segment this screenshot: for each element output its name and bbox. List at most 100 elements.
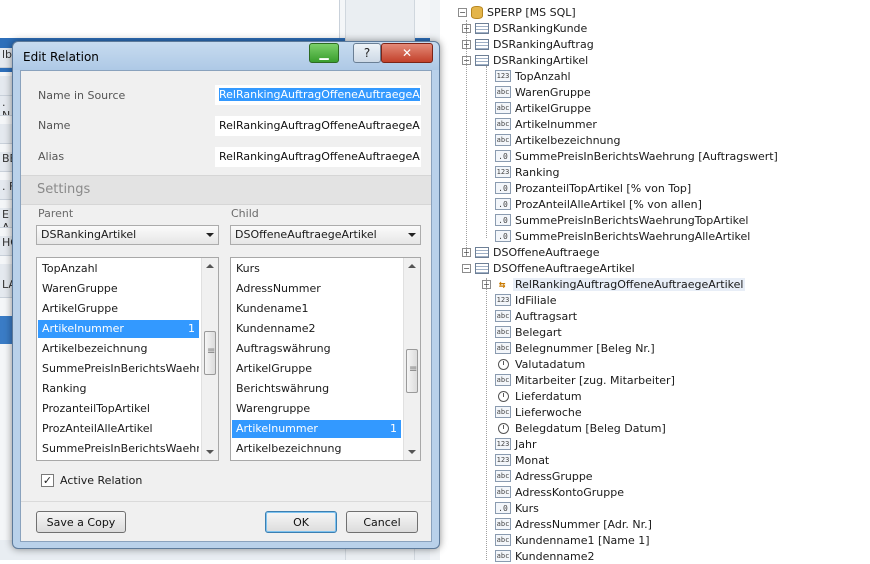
tree-item[interactable]: .0 Kurs	[482, 500, 539, 516]
minimize-button[interactable]: ▁	[309, 43, 339, 63]
column-list-item[interactable]: TopAnzahl	[38, 260, 199, 278]
tree-item[interactable]: abc AdressNummer [Adr. Nr.]	[482, 516, 652, 532]
alias-field[interactable]: RelRankingAuftragOffeneAuftraegeArtikel	[215, 147, 421, 167]
tree-item[interactable]: − DSOffeneAuftraegeArtikel	[462, 260, 635, 276]
tree-item[interactable]: .0 ProzanteilTopArtikel [% von Top]	[482, 180, 691, 196]
active-relation-checkbox[interactable]: ✓	[41, 474, 54, 487]
parent-columns-list[interactable]: TopAnzahl WarenGruppe ArtikelGruppe Artikel…	[36, 257, 219, 461]
tree-item[interactable]: − SPERP [MS SQL]	[458, 4, 576, 20]
tree-item[interactable]: .0 ProzAnteilAlleArtikel [% von allen]	[482, 196, 702, 212]
column-name: ArtikelGruppe	[236, 362, 312, 375]
child-list-scrollbar[interactable]	[403, 258, 420, 460]
table-icon	[475, 54, 489, 66]
date-field-icon	[495, 390, 511, 402]
tree-item[interactable]: + DSRankingKunde	[462, 20, 587, 36]
column-list-item[interactable]: Auftragswährung	[232, 340, 401, 358]
close-button[interactable]: ✕	[381, 43, 433, 63]
tree-item[interactable]: abc AdressGruppe	[482, 468, 593, 484]
tree-item[interactable]: abc AdressKontoGruppe	[482, 484, 624, 500]
scroll-up-icon[interactable]	[206, 264, 214, 268]
save-a-copy-button[interactable]: Save a Copy	[36, 511, 126, 533]
tree-item[interactable]: 123 Jahr	[482, 436, 536, 452]
column-list-item[interactable]: Artikelnummer 1	[38, 320, 199, 338]
parent-source-value: DSRankingArtikel	[41, 228, 137, 241]
tree-item[interactable]: − DSRankingArtikel	[462, 52, 588, 68]
tree-item[interactable]: Valutadatum	[482, 356, 585, 372]
tree-item[interactable]: abc Auftragsart	[482, 308, 577, 324]
name-field[interactable]: RelRankingAuftragOffeneAuftraegeArtikel	[215, 116, 421, 136]
active-relation-label[interactable]: Active Relation	[60, 474, 142, 487]
tree-item-label: TopAnzahl	[515, 69, 571, 83]
tree-item-label: ProzanteilTopArtikel [% von Top]	[515, 181, 692, 195]
settings-label: Settings	[37, 182, 91, 197]
tree-item[interactable]: + ⇆ RelRankingAuftragOffeneAuftraegeArtike…	[482, 276, 746, 292]
tree-item[interactable]: + DSRankingAuftrag	[462, 36, 594, 52]
tree-item[interactable]: .0 SummePreisInBerichtsWaehrungAlleArtike…	[482, 228, 750, 244]
column-list-item[interactable]: SummePreisInBerichtsWaehru...	[38, 360, 199, 378]
column-name: Artikelbezeichnung	[236, 442, 342, 455]
tree-item[interactable]: Lieferdatum	[482, 388, 582, 404]
tree-item[interactable]: abc WarenGruppe	[482, 84, 591, 100]
int-field-icon: 123	[495, 294, 511, 306]
column-list-item[interactable]: ProzanteilTopArtikel	[38, 400, 199, 418]
collapse-icon[interactable]: −	[462, 263, 471, 273]
tree-item-label: ProzAnteilAlleArtikel [% von allen]	[515, 197, 702, 211]
column-list-item[interactable]: WarenGruppe	[38, 280, 199, 298]
tree-item[interactable]: Belegdatum [Beleg Datum]	[482, 420, 666, 436]
cancel-button[interactable]: Cancel	[346, 511, 418, 533]
scroll-down-icon[interactable]	[206, 450, 214, 454]
child-scroll-thumb[interactable]	[406, 349, 418, 394]
column-list-item[interactable]: SummePreisInBerichtsWaehru...	[38, 440, 199, 458]
tree-item-label: DSOffeneAuftraege	[493, 245, 600, 259]
parent-list-scrollbar[interactable]	[201, 258, 218, 460]
column-list-item[interactable]: Kurs	[232, 260, 401, 278]
collapse-icon[interactable]: −	[458, 7, 467, 17]
column-list-item[interactable]: ArtikelGruppe	[38, 300, 199, 318]
column-list-item[interactable]: Artikelnummer 1	[232, 420, 401, 438]
date-field-icon	[495, 358, 511, 370]
tree-item[interactable]: abc Belegart	[482, 324, 562, 340]
tree-item[interactable]: abc Artikelnummer	[482, 116, 597, 132]
child-source-select[interactable]: DSOffeneAuftraegeArtikel	[230, 225, 421, 245]
ok-button[interactable]: OK	[265, 511, 337, 533]
column-list-item[interactable]: Berichtswährung	[232, 380, 401, 398]
column-list-item[interactable]: Ranking	[38, 380, 199, 398]
column-list-item[interactable]: AdressNummer	[232, 280, 401, 298]
tree-item[interactable]: 123 TopAnzahl	[482, 68, 571, 84]
parent-scroll-thumb[interactable]	[204, 330, 216, 375]
child-columns-list[interactable]: Kurs AdressNummer Kundename1 Kundenname2 Auf…	[230, 257, 421, 461]
column-list-item[interactable]: Kundenname2	[232, 320, 401, 338]
column-list-item[interactable]: ArtikelGruppe	[232, 360, 401, 378]
tree-item[interactable]: abc Mitarbeiter [zug. Mitarbeiter]	[482, 372, 675, 388]
scroll-up-icon[interactable]	[408, 264, 416, 268]
close-icon: ✕	[401, 46, 413, 60]
parent-source-select[interactable]: DSRankingArtikel	[36, 225, 219, 245]
child-source-value: DSOffeneAuftraegeArtikel	[235, 228, 377, 241]
decimal-field-icon: .0	[495, 182, 511, 194]
column-list-item[interactable]: Kundename1	[232, 300, 401, 318]
help-button[interactable]: ?	[353, 43, 381, 63]
tree-item[interactable]: .0 SummePreisInBerichtsWaehrung [Auftrags…	[482, 148, 778, 164]
checkmark-icon: ✓	[42, 474, 53, 487]
column-list-item[interactable]: ProzAnteilAlleArtikel	[38, 420, 199, 438]
column-name: Warengruppe	[236, 402, 311, 415]
column-list-item[interactable]: Artikelbezeichnung	[232, 440, 401, 458]
tree-item[interactable]: abc ArtikelGruppe	[482, 100, 591, 116]
text-field-icon: abc	[495, 118, 511, 130]
tree-item[interactable]: abc Lieferwoche	[482, 404, 582, 420]
name-in-source-field[interactable]: RelRankingAuftragOffeneAuftraegeArtikel	[215, 85, 421, 105]
tree-item[interactable]: abc Kundenname1 [Name 1]	[482, 532, 650, 548]
tree-item[interactable]: abc Artikelbezeichnung	[482, 132, 620, 148]
tree-item[interactable]: 123 Ranking	[482, 164, 560, 180]
tree-item[interactable]: 123 Monat	[482, 452, 549, 468]
dialog-titlebar[interactable]: Edit Relation ▁ ? ✕	[13, 42, 439, 70]
tree-item[interactable]: abc Kundenname2	[482, 548, 595, 564]
tree-item[interactable]: + DSOffeneAuftraege	[462, 244, 599, 260]
tree-item[interactable]: abc Belegnummer [Beleg Nr.]	[482, 340, 655, 356]
tree-item[interactable]: .0 SummePreisInBerichtsWaehrungTopArtikel	[482, 212, 748, 228]
scroll-down-icon[interactable]	[408, 450, 416, 454]
table-icon	[475, 246, 489, 258]
tree-item[interactable]: 123 IdFiliale	[482, 292, 557, 308]
column-list-item[interactable]: Warengruppe	[232, 400, 401, 418]
column-list-item[interactable]: Artikelbezeichnung	[38, 340, 199, 358]
